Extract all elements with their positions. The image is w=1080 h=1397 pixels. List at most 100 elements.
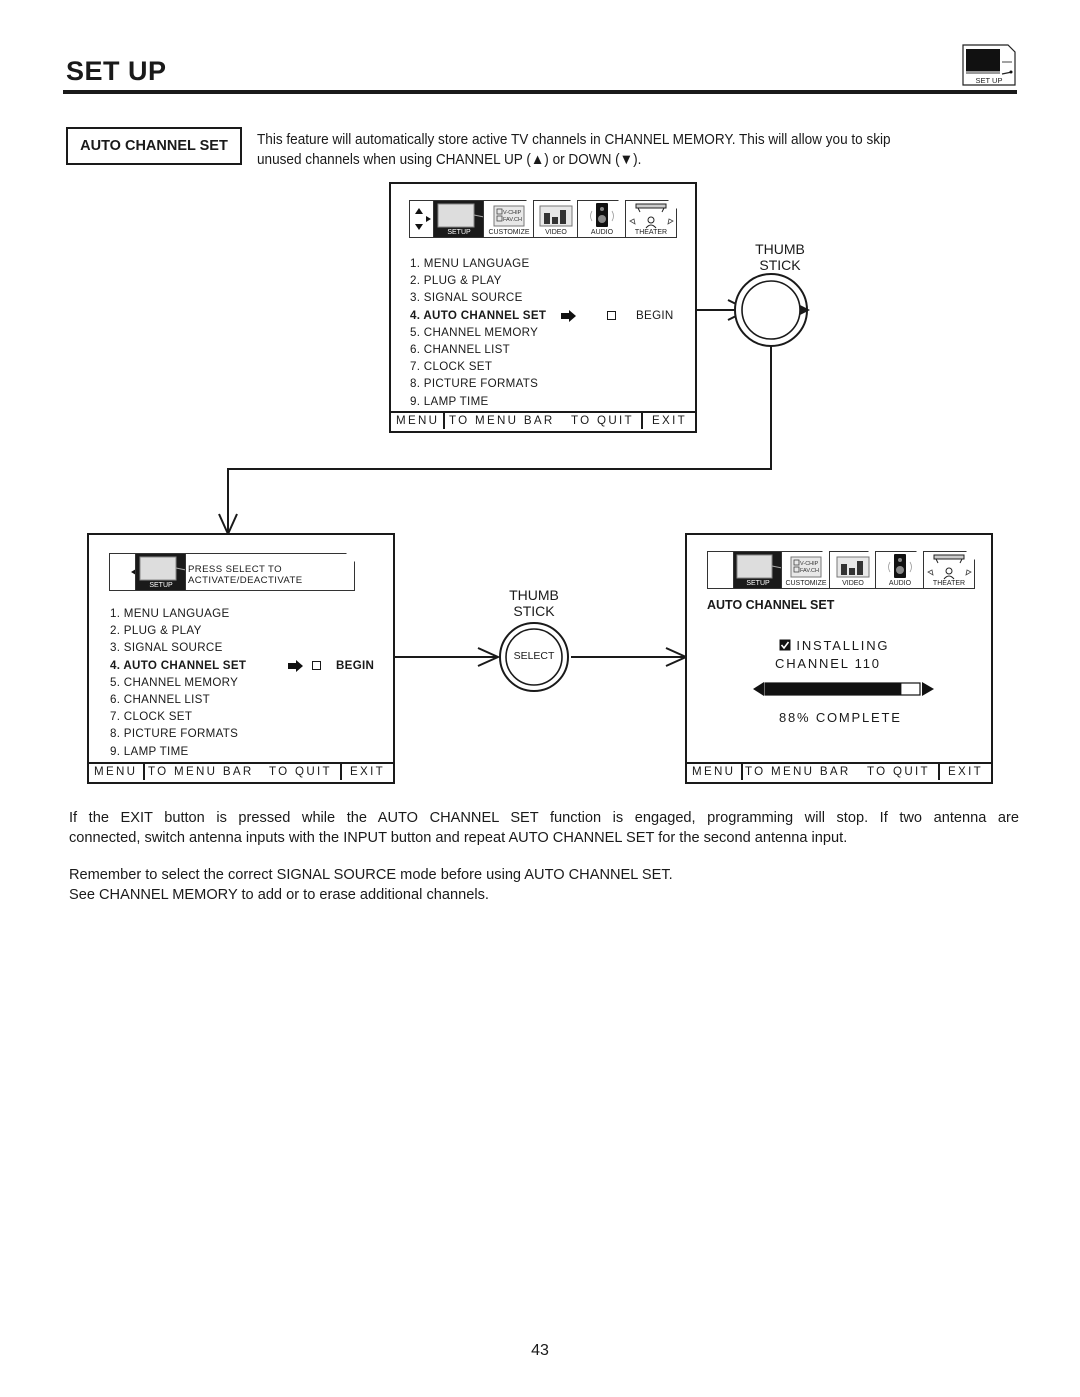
tab-setup-label: SETUP [746, 580, 770, 587]
footer-exit: EXIT [948, 765, 983, 778]
menu-item[interactable]: 8. PICTURE FORMATS [110, 725, 246, 742]
footer-divider [143, 764, 145, 780]
tab-audio[interactable]: AUDIO [875, 551, 925, 589]
menu-item-selected-row[interactable]: 4. AUTO CHANNEL SET BEGIN [110, 657, 374, 674]
progress-bar-graphic [753, 682, 934, 696]
thumbstick-label-line1: THUMB [755, 241, 805, 257]
begin-label: BEGIN [336, 658, 375, 672]
installing-status: INSTALLING [796, 638, 890, 653]
installing-channel: CHANNEL 110 [775, 656, 881, 671]
begin-label: BEGIN [636, 308, 674, 322]
vchip-favch-icon: V-CHIP FAV.CH [484, 201, 536, 229]
tab-audio[interactable]: AUDIO [577, 200, 627, 238]
progress-text: 88% COMPLETE [779, 710, 902, 725]
menu-item-selected-row[interactable]: 4. AUTO CHANNEL SET BEGIN [410, 307, 673, 324]
osd-footer: MENU TO MENU BAR TO QUIT EXIT [89, 762, 393, 782]
menu-item[interactable]: 7. CLOCK SET [410, 358, 546, 375]
menu-item[interactable]: 3. SIGNAL SOURCE [410, 289, 546, 306]
paragraph-signal-line1: Remember to select the correct SIGNAL SO… [69, 867, 673, 883]
svg-text:V-CHIP: V-CHIP [800, 561, 819, 567]
speaker-icon [876, 552, 926, 580]
tab-theater-label: THEATER [634, 229, 668, 236]
paragraph-signal-source: Remember to select the correct SIGNAL SO… [69, 866, 1019, 905]
tv-screen-icon [437, 203, 485, 228]
begin-checkbox[interactable] [607, 310, 616, 320]
menu-item[interactable]: 2. PLUG & PLAY [410, 272, 546, 289]
footer-divider [340, 764, 342, 780]
footer-exit: EXIT [652, 414, 687, 427]
footer-to-menu-bar: TO MENU BAR [148, 765, 254, 778]
footer-exit: EXIT [350, 765, 385, 778]
thumbstick-label-line2: STICK [759, 257, 801, 273]
menu-item[interactable]: 5. CHANNEL MEMORY [410, 324, 546, 341]
footer-menu: MENU [396, 414, 440, 427]
osd-footer: MENU TO MENU BAR TO QUIT EXIT [687, 762, 991, 782]
footer-to-quit: TO QUIT [269, 765, 332, 778]
menu-item[interactable]: 9. LAMP TIME [110, 743, 246, 760]
tab-video-label: VIDEO [545, 229, 567, 236]
arrow-right-icon [561, 309, 576, 322]
menu-item-selected[interactable]: 4. AUTO CHANNEL SET [110, 659, 246, 672]
paragraph-exit: If the EXIT button is pressed while the … [69, 809, 1019, 848]
setup-menu-list: 1. MENU LANGUAGE 2. PLUG & PLAY 3. SIGNA… [410, 255, 673, 410]
footer-divider [641, 413, 643, 429]
thumbstick-label-2: THUMB STICK [494, 587, 574, 619]
tab-setup[interactable]: SETUP [733, 551, 783, 589]
menu-item[interactable]: 1. MENU LANGUAGE [110, 605, 246, 622]
menu-item[interactable]: 3. SIGNAL SOURCE [110, 639, 246, 656]
svg-text:FAV.CH: FAV.CH [800, 568, 819, 574]
thumbstick-label: THUMB STICK [740, 241, 820, 273]
tv-screen-icon [139, 556, 187, 581]
up-down-right-arrows-icon [415, 208, 431, 230]
tab-theater[interactable]: THEATER [923, 551, 975, 589]
nav-left-arrow[interactable] [109, 553, 137, 591]
tab-audio-label: AUDIO [888, 580, 912, 587]
vchip-favch-icon: V-CHIP FAV.CH [782, 552, 832, 580]
menu-item[interactable]: 2. PLUG & PLAY [110, 622, 246, 639]
theater-icon [626, 201, 678, 229]
tab-customize[interactable]: V-CHIP FAV.CH CUSTOMIZE [781, 551, 831, 589]
select-button[interactable]: SELECT [500, 650, 568, 662]
svg-text:FAV.CH: FAV.CH [503, 217, 522, 223]
checked-checkbox-icon [779, 639, 791, 651]
tab-customize[interactable]: V-CHIP FAV.CH CUSTOMIZE [483, 200, 535, 238]
installing-heading: AUTO CHANNEL SET [707, 598, 835, 612]
menu-item[interactable]: 6. CHANNEL LIST [110, 691, 246, 708]
menu-tab-bar: SETUP V-CHIP FAV.CH CUSTOMIZE VIDEO AUDI… [707, 551, 977, 589]
installing-status-row: INSTALLING [779, 638, 889, 653]
tab-setup-label: SETUP [149, 582, 173, 589]
footer-divider [741, 764, 743, 780]
menu-item[interactable]: 5. CHANNEL MEMORY [110, 674, 246, 691]
menu-item-selected[interactable]: 4. AUTO CHANNEL SET [410, 309, 546, 322]
speaker-icon [578, 201, 628, 229]
begin-checkbox[interactable] [312, 660, 321, 670]
hint-text: PRESS SELECT TO ACTIVATE/DEACTIVATE [188, 564, 303, 586]
footer-menu: MENU [94, 765, 138, 778]
progress-left-arrow [753, 682, 764, 696]
tab-theater[interactable]: THEATER [625, 200, 677, 238]
thumbstick-label-line1: THUMB [509, 587, 559, 603]
activate-tab-bar: SETUP PRESS SELECT TO ACTIVATE/DEACTIVAT… [109, 553, 355, 591]
nav-blank [707, 551, 735, 589]
theater-icon [924, 552, 976, 580]
tab-video[interactable]: VIDEO [533, 200, 579, 238]
menu-item[interactable]: 7. CLOCK SET [110, 708, 246, 725]
tab-setup-label: SETUP [447, 229, 471, 236]
tab-video-label: VIDEO [842, 580, 864, 587]
menu-item[interactable]: 8. PICTURE FORMATS [410, 375, 546, 392]
menu-item[interactable]: 1. MENU LANGUAGE [410, 255, 546, 272]
svg-text:V-CHIP: V-CHIP [503, 210, 522, 216]
tab-theater-label: THEATER [932, 580, 966, 587]
hint-line1: PRESS SELECT TO [188, 564, 282, 575]
menu-item[interactable]: 6. CHANNEL LIST [410, 341, 546, 358]
tab-customize-label: CUSTOMIZE [488, 229, 530, 236]
paragraph-exit-line1: If the EXIT button is pressed while the … [69, 810, 1019, 826]
hint-panel: PRESS SELECT TO ACTIVATE/DEACTIVATE [185, 553, 355, 591]
menu-item[interactable]: 9. LAMP TIME [410, 393, 546, 410]
nav-arrows[interactable] [409, 200, 435, 238]
footer-to-menu-bar: TO MENU BAR [449, 414, 555, 427]
tab-setup[interactable]: SETUP [135, 553, 187, 591]
tab-setup[interactable]: SETUP [433, 200, 485, 238]
tab-video[interactable]: VIDEO [829, 551, 877, 589]
footer-divider [938, 764, 940, 780]
